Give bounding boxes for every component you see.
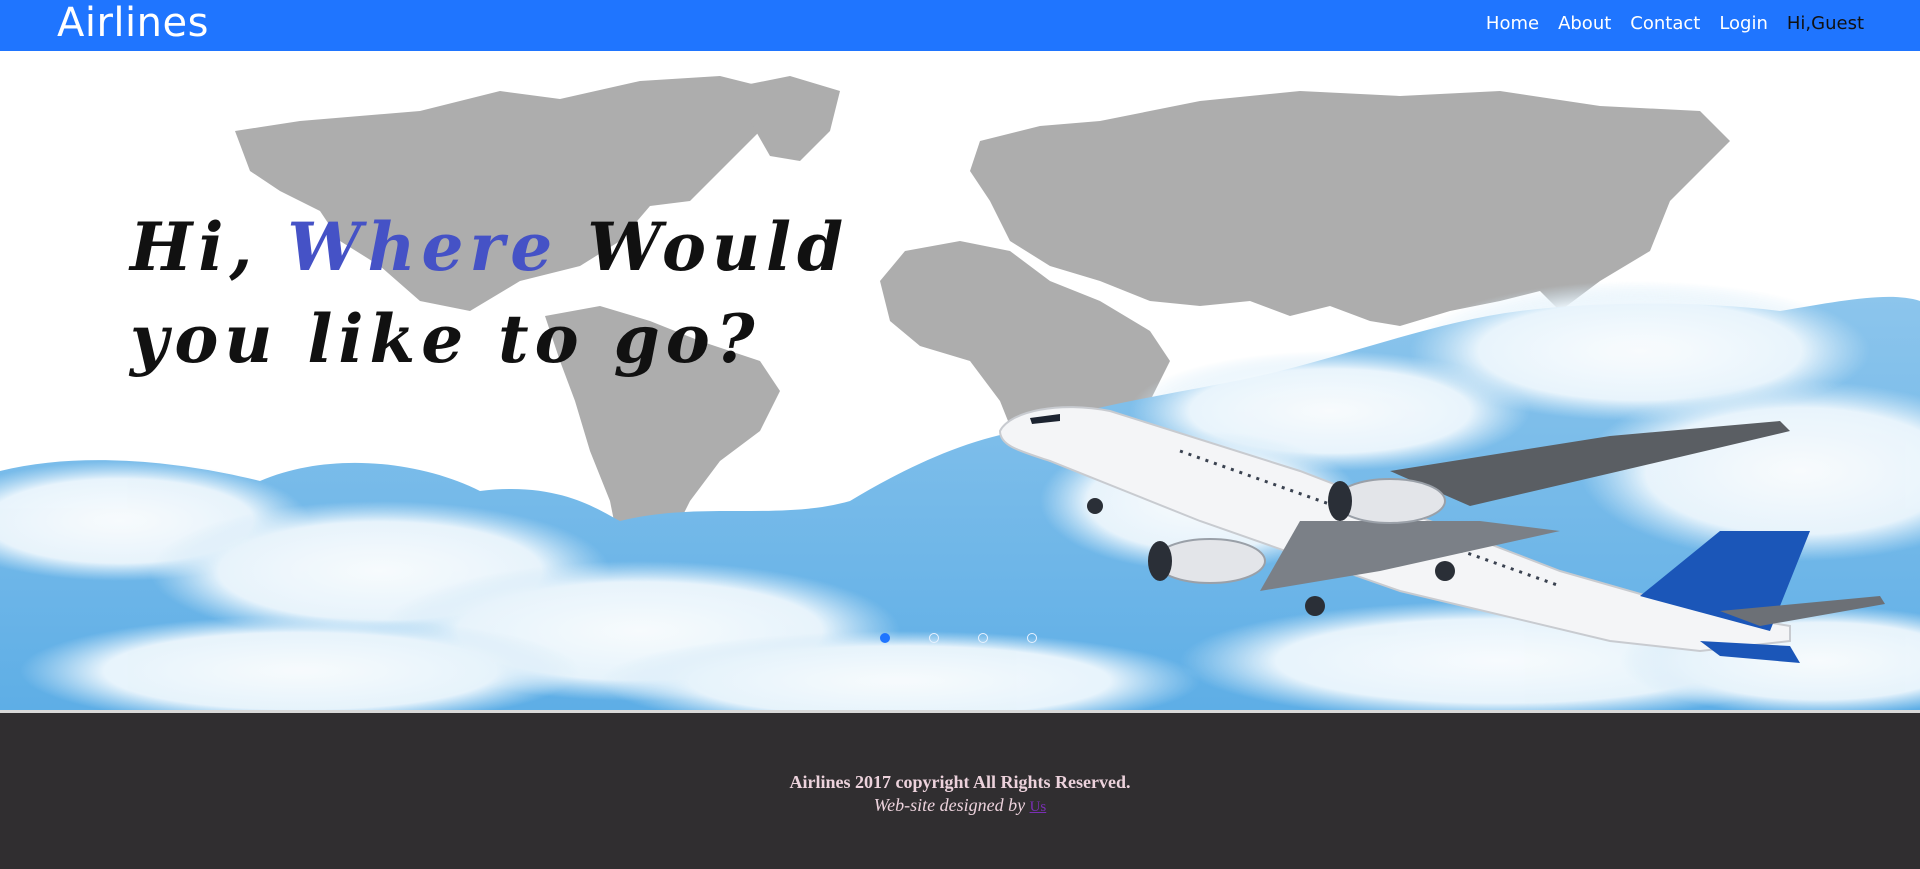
nav-login-link[interactable]: Login xyxy=(1719,13,1768,34)
headline-prefix: Hi, xyxy=(130,208,288,286)
footer-credit: Web-site designed by Us xyxy=(0,795,1920,816)
nav-about-link[interactable]: About xyxy=(1558,13,1611,34)
hero-headline: Hi, Where Would you like to go? xyxy=(130,201,849,385)
carousel-indicator-2[interactable] xyxy=(929,633,939,643)
nav-links: Home About Contact Login Hi,Guest xyxy=(1467,0,1864,46)
carousel-indicator-3[interactable] xyxy=(978,633,988,643)
user-greeting: Hi,Guest xyxy=(1786,12,1864,34)
nav-home-link[interactable]: Home xyxy=(1486,13,1539,34)
footer: Airlines 2017 copyright All Rights Reser… xyxy=(0,713,1920,869)
brand-logo[interactable]: Airlines xyxy=(57,0,209,51)
carousel-indicator-4[interactable] xyxy=(1027,633,1037,643)
carousel-indicator-1[interactable] xyxy=(880,633,890,643)
footer-copyright: Airlines 2017 copyright All Rights Reser… xyxy=(789,772,1131,792)
carousel-indicators xyxy=(880,633,1076,643)
headline-rest: Would xyxy=(558,208,850,286)
hero-carousel: Hi, Where Would you like to go? xyxy=(0,51,1920,710)
headline-line2: you like to go? xyxy=(130,300,761,378)
nav-contact-link[interactable]: Contact xyxy=(1630,13,1700,34)
headline-accent: Where xyxy=(287,208,559,286)
footer-designer-link[interactable]: Us xyxy=(1030,799,1047,815)
top-navbar: Airlines Home About Contact Login Hi,Gue… xyxy=(0,0,1920,51)
footer-credit-text: Web-site designed by xyxy=(873,795,1030,815)
